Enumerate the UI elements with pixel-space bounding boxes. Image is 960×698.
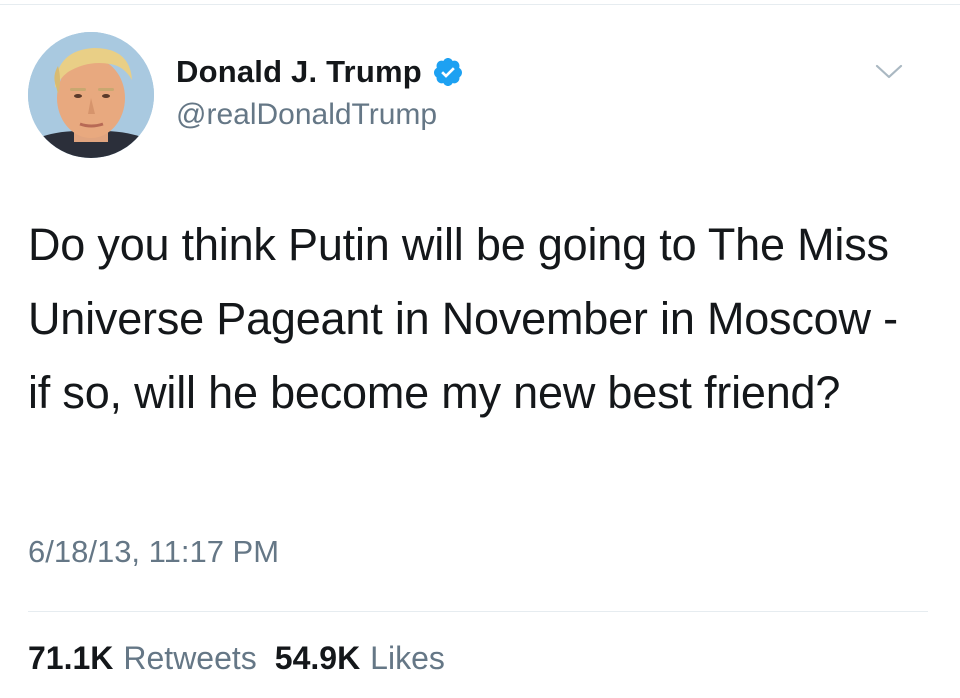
tweet-stats: 71.1K Retweets 54.9K Likes xyxy=(28,640,463,677)
tweet-header: Donald J. Trump @realDonaldTrump xyxy=(28,32,932,162)
author-handle[interactable]: @realDonaldTrump xyxy=(176,98,464,132)
verified-badge-icon xyxy=(432,56,464,88)
avatar-image xyxy=(28,32,154,158)
tweet-text: Do you think Putin will be going to The … xyxy=(28,219,898,418)
avatar[interactable] xyxy=(28,32,154,158)
chevron-down-icon[interactable] xyxy=(874,62,904,82)
display-name[interactable]: Donald J. Trump xyxy=(176,54,422,90)
display-name-row: Donald J. Trump xyxy=(176,52,464,92)
author-info: Donald J. Trump @realDonaldTrump xyxy=(176,52,464,132)
top-divider xyxy=(0,4,960,5)
tweet-timestamp[interactable]: 6/18/13, 11:17 PM xyxy=(28,534,279,570)
likes-label: Likes xyxy=(370,640,445,676)
retweets-count: 71.1K xyxy=(28,640,114,676)
retweets-label: Retweets xyxy=(123,640,257,676)
retweets-stat[interactable]: 71.1K Retweets xyxy=(28,640,257,677)
likes-count: 54.9K xyxy=(274,640,361,676)
likes-stat[interactable]: 54.9K Likes xyxy=(275,640,445,677)
stats-divider xyxy=(28,611,928,612)
